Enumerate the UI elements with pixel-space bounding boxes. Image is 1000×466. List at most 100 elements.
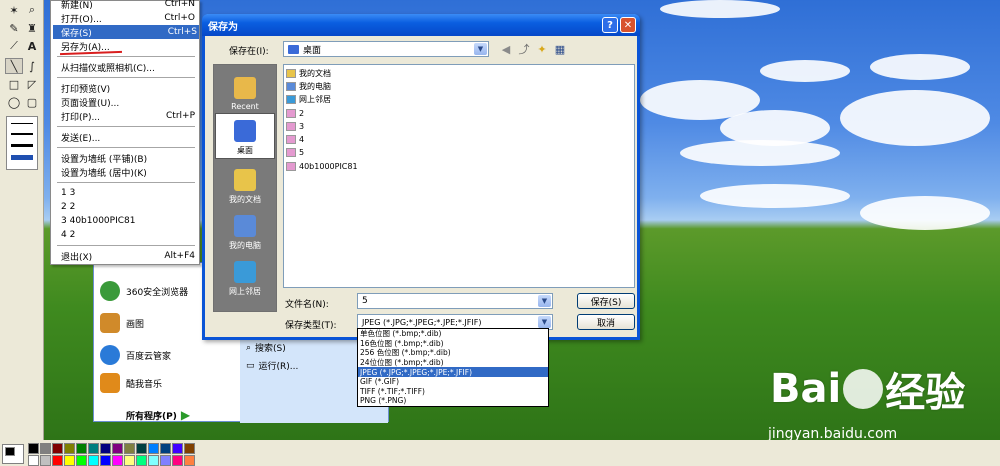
- palette-swatch[interactable]: [124, 443, 135, 454]
- place-my-documents[interactable]: 我的文档: [215, 161, 275, 207]
- start-item-360-browser[interactable]: 360安全浏览器: [100, 279, 188, 303]
- place-my-computer[interactable]: 我的电脑: [215, 207, 275, 253]
- palette-swatch[interactable]: [112, 443, 123, 454]
- list-item[interactable]: 5: [286, 146, 304, 158]
- start-item-paint[interactable]: 画图: [100, 311, 144, 335]
- palette-swatch[interactable]: [64, 443, 75, 454]
- line-width-3[interactable]: [11, 144, 33, 147]
- current-color-indicator[interactable]: [2, 444, 24, 464]
- filetype-option[interactable]: GIF (*.GIF): [358, 377, 548, 387]
- menu-wallpaper-tile[interactable]: 设置为墙纸 (平铺)(B): [59, 151, 197, 165]
- list-item[interactable]: 我的文档: [286, 67, 331, 79]
- palette-swatch[interactable]: [160, 443, 171, 454]
- up-folder-icon[interactable]: ⤴: [515, 41, 533, 57]
- list-item[interactable]: 3: [286, 120, 304, 132]
- menu-print[interactable]: 打印(P)... Ctrl+P: [59, 109, 197, 123]
- menu-recent-3[interactable]: 3 40b1000PIC81: [59, 214, 197, 228]
- line-width-selector[interactable]: [6, 116, 38, 170]
- palette-swatch[interactable]: [136, 455, 147, 466]
- brush-icon[interactable]: ⟋: [5, 38, 23, 54]
- palette-swatch[interactable]: [172, 455, 183, 466]
- palette-swatch[interactable]: [112, 455, 123, 466]
- new-folder-icon[interactable]: ✦: [533, 41, 551, 57]
- polygon-tool-icon[interactable]: ◸: [23, 76, 41, 92]
- all-programs-button[interactable]: 所有程序(P) ▶: [126, 403, 190, 427]
- start-item-baidu-cloud[interactable]: 百度云管家: [100, 343, 171, 367]
- save-button[interactable]: 保存(S): [577, 293, 635, 309]
- close-button[interactable]: ✕: [620, 17, 636, 33]
- line-width-1[interactable]: [11, 123, 33, 124]
- green-arrow-icon: ▶: [180, 408, 191, 422]
- menu-send[interactable]: 发送(E)...: [59, 130, 197, 144]
- filetype-option-selected[interactable]: JPEG (*.JPG;*.JPEG;*.JPE;*.JFIF): [358, 367, 548, 377]
- palette-swatch[interactable]: [76, 443, 87, 454]
- text-tool-icon[interactable]: A: [23, 38, 41, 54]
- list-item[interactable]: 4: [286, 133, 304, 145]
- palette-swatch[interactable]: [100, 455, 111, 466]
- list-item[interactable]: 网上邻居: [286, 93, 331, 105]
- line-width-4[interactable]: [11, 155, 33, 160]
- filetype-option[interactable]: TIFF (*.TIF;*.TIFF): [358, 387, 548, 397]
- menu-new[interactable]: 新建(N) Ctrl+N: [59, 0, 197, 11]
- start-item-kuwo-music[interactable]: 酷我音乐: [100, 371, 162, 395]
- menu-exit[interactable]: 退出(X) Alt+F4: [59, 249, 197, 263]
- list-item[interactable]: 我的电脑: [286, 80, 331, 92]
- palette-swatch[interactable]: [64, 455, 75, 466]
- palette-swatch[interactable]: [40, 443, 51, 454]
- palette-swatch[interactable]: [160, 455, 171, 466]
- palette-swatch[interactable]: [172, 443, 183, 454]
- dialog-titlebar[interactable]: 保存为 ? ✕: [202, 14, 640, 36]
- palette-swatch[interactable]: [76, 455, 87, 466]
- palette-swatch[interactable]: [40, 455, 51, 466]
- place-desktop[interactable]: 桌面: [215, 113, 275, 159]
- menu-open[interactable]: 打开(O)... Ctrl+O: [59, 11, 197, 25]
- palette-swatch[interactable]: [184, 443, 195, 454]
- rectangle-tool-icon[interactable]: □: [5, 76, 23, 92]
- menu-wallpaper-center[interactable]: 设置为墙纸 (居中)(K): [59, 165, 197, 179]
- menu-save[interactable]: 保存(S) Ctrl+S: [53, 25, 199, 39]
- palette-swatch[interactable]: [52, 455, 63, 466]
- filetype-option[interactable]: 24位位图 (*.bmp;*.dib): [358, 358, 548, 368]
- list-item[interactable]: 40b1000PIC81: [286, 160, 358, 172]
- save-in-dropdown[interactable]: 桌面 ▼: [283, 41, 489, 57]
- curve-tool-icon[interactable]: ∫: [23, 58, 41, 74]
- palette-swatch[interactable]: [88, 443, 99, 454]
- menu-recent-4[interactable]: 4 2: [59, 228, 197, 242]
- menu-save-as[interactable]: 另存为(A)...: [59, 39, 197, 53]
- magnifier-icon[interactable]: ⌕: [23, 2, 41, 18]
- free-select-icon[interactable]: ✶: [5, 2, 23, 18]
- palette-swatch[interactable]: [28, 455, 39, 466]
- palette-swatch[interactable]: [88, 455, 99, 466]
- ellipse-tool-icon[interactable]: ◯: [5, 94, 23, 110]
- palette-swatch[interactable]: [100, 443, 111, 454]
- place-network[interactable]: 网上邻居: [215, 253, 275, 299]
- palette-swatch[interactable]: [124, 455, 135, 466]
- fill-icon[interactable]: ♜: [23, 20, 41, 36]
- pencil-icon[interactable]: ✎: [5, 20, 23, 36]
- view-menu-icon[interactable]: ▦: [551, 41, 569, 57]
- search-item[interactable]: ⌕ 搜索(S): [246, 341, 286, 355]
- menu-scanner[interactable]: 从扫描仪或照相机(C)...: [59, 60, 197, 74]
- cancel-button[interactable]: 取消: [577, 314, 635, 330]
- palette-swatch[interactable]: [136, 443, 147, 454]
- menu-page-setup[interactable]: 页面设置(U)...: [59, 95, 197, 109]
- place-recent[interactable]: Recent: [215, 67, 275, 113]
- palette-swatch[interactable]: [148, 443, 159, 454]
- list-item[interactable]: 2: [286, 107, 304, 119]
- rounded-rect-tool-icon[interactable]: ▢: [23, 94, 41, 110]
- line-width-2[interactable]: [11, 133, 33, 135]
- file-list[interactable]: 我的文档 我的电脑 网上邻居 2 3 4 5 40b1000PIC81: [283, 64, 635, 288]
- line-tool-icon[interactable]: ╲: [5, 58, 23, 74]
- menu-recent-1[interactable]: 1 3: [59, 186, 197, 200]
- filetype-option[interactable]: PNG (*.PNG): [358, 396, 548, 406]
- filename-input[interactable]: 5 ▼: [357, 293, 553, 309]
- palette-swatch[interactable]: [28, 443, 39, 454]
- palette-swatch[interactable]: [148, 455, 159, 466]
- back-icon[interactable]: ◀: [497, 41, 515, 57]
- help-button[interactable]: ?: [602, 17, 618, 33]
- run-item[interactable]: ▭ 运行(R)...: [246, 359, 298, 373]
- menu-recent-2[interactable]: 2 2: [59, 200, 197, 214]
- palette-swatch[interactable]: [184, 455, 195, 466]
- palette-swatch[interactable]: [52, 443, 63, 454]
- menu-print-preview[interactable]: 打印预览(V): [59, 81, 197, 95]
